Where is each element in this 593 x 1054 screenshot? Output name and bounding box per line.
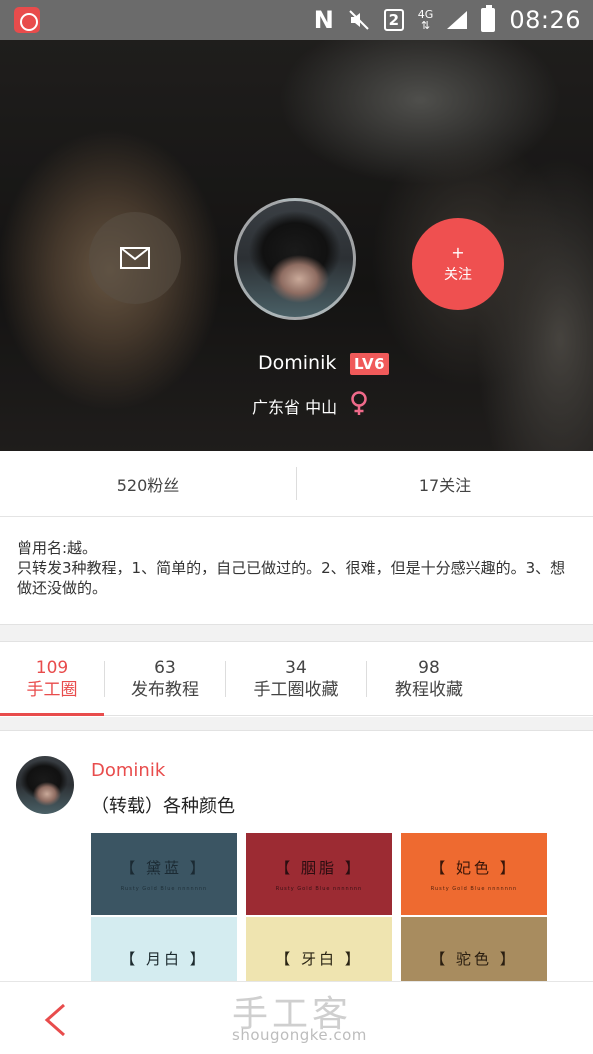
swatch-name: 【 黛蓝 】 <box>120 858 208 877</box>
tab-handcraft-circle[interactable]: 109 手工圈 <box>0 643 104 716</box>
post-author[interactable]: Dominik <box>91 760 165 781</box>
profile-cover: + 关注 Dominik LV6 广东省 中山 <box>0 40 593 451</box>
follow-button[interactable]: + 关注 <box>412 218 504 310</box>
post-avatar[interactable] <box>16 756 74 814</box>
chevron-left-icon[interactable] <box>40 1002 70 1038</box>
watermark-url: shougongke.com <box>232 1026 367 1044</box>
swatch-subtitle: Rusty Gold Blue nnnnnnn <box>430 885 518 892</box>
color-swatch: 【 黛蓝 】 Rusty Gold Blue nnnnnnn <box>91 833 237 915</box>
network-label: 4G <box>417 8 434 21</box>
color-swatch: 【 驼色 】 <box>401 917 547 983</box>
signal-icon <box>447 11 468 29</box>
battery-icon <box>481 5 496 32</box>
bio: 曾用名:越。 只转发3种教程，1、简单的，自己已做过的。2、很难，但是十分感兴趣… <box>17 538 577 598</box>
fans-count[interactable]: 520粉丝 <box>0 451 296 516</box>
mute-icon <box>349 10 369 30</box>
sim-icon: 2 <box>383 9 404 31</box>
envelope-icon <box>120 247 150 269</box>
color-swatch: 【 月白 】 <box>91 917 237 983</box>
swatch-name: 【 胭脂 】 <box>275 858 363 877</box>
level-badge: LV6 <box>350 353 390 375</box>
bio-line: 曾用名:越。 <box>17 539 98 557</box>
tab-circle-favorites[interactable]: 34 手工圈收藏 <box>226 643 366 715</box>
message-button[interactable] <box>89 212 181 304</box>
stats-row: 520粉丝 17关注 <box>0 451 593 517</box>
swatch-subtitle: Rusty Gold Blue nnnnnnn <box>275 885 363 892</box>
post-image-grid[interactable]: 【 黛蓝 】 Rusty Gold Blue nnnnnnn 【 胭脂 】 Rusty… <box>91 833 547 983</box>
n-icon: N <box>313 6 334 34</box>
profile-tabs: 109 手工圈 63 发布教程 34 手工圈收藏 98 教程收藏 <box>0 643 593 716</box>
bio-line: 只转发3种教程，1、简单的，自己已做过的。2、很难，但是十分感兴趣的。3、想做还… <box>17 559 566 597</box>
location: 广东省 中山 <box>252 398 338 417</box>
female-icon <box>351 391 367 415</box>
post-title[interactable]: （转载）各种颜色 <box>91 792 235 818</box>
swatch-name: 【 牙白 】 <box>275 949 363 968</box>
bottom-bar: 手工客 shougongke.com <box>0 981 593 1054</box>
color-swatch: 【 妃色 】 Rusty Gold Blue nnnnnnn <box>401 833 547 915</box>
network-icon: 4G ⇅ <box>417 8 434 32</box>
color-swatch: 【 胭脂 】 Rusty Gold Blue nnnnnnn <box>246 833 392 915</box>
swatch-subtitle: Rusty Gold Blue nnnnnnn <box>120 885 208 892</box>
plus-icon: + <box>451 242 465 262</box>
tab-published-tutorials[interactable]: 63 发布教程 <box>105 643 225 715</box>
app-icon <box>14 7 40 33</box>
clock: 08:26 <box>509 6 581 34</box>
color-swatch: 【 牙白 】 <box>246 917 392 983</box>
follow-label: 关注 <box>444 266 472 283</box>
following-count[interactable]: 17关注 <box>297 451 593 516</box>
tab-tutorial-favorites[interactable]: 98 教程收藏 <box>367 643 491 715</box>
status-icons: N 2 4G ⇅ 08:26 <box>314 0 581 40</box>
username: Dominik <box>258 352 337 374</box>
swatch-name: 【 月白 】 <box>120 949 208 968</box>
swatch-name: 【 驼色 】 <box>430 949 518 968</box>
swatch-name: 【 妃色 】 <box>430 858 518 877</box>
avatar[interactable] <box>234 198 356 320</box>
status-bar: N 2 4G ⇅ 08:26 <box>0 0 593 40</box>
